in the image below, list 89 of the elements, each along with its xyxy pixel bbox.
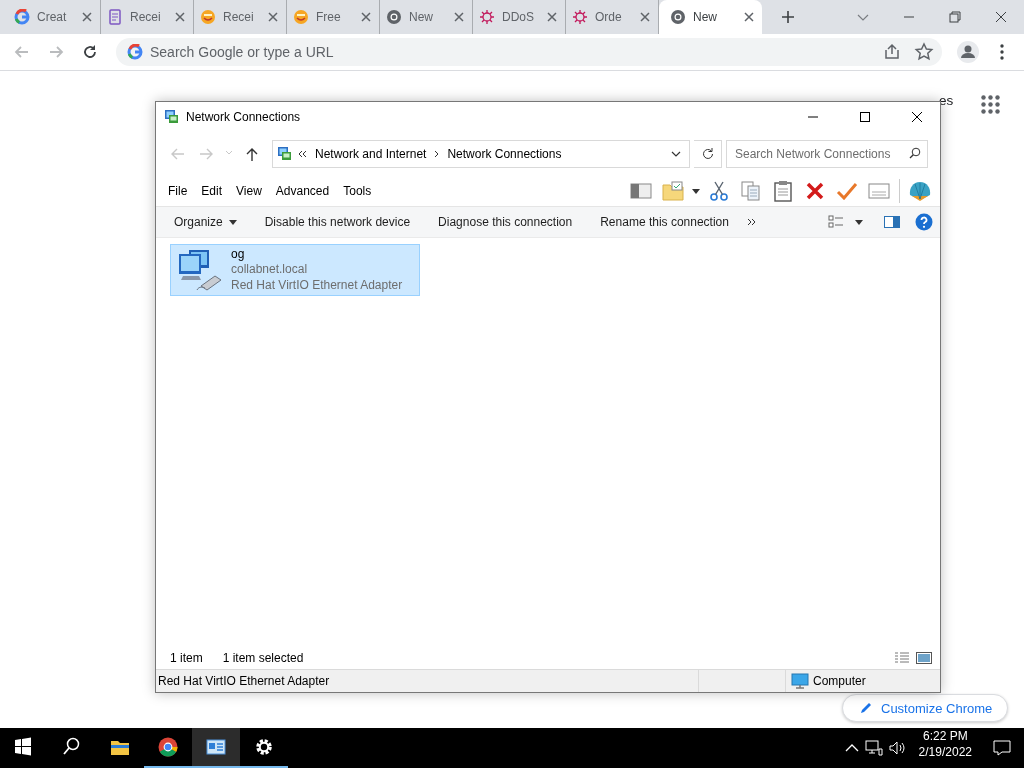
clock-time: 6:22 PM [922,728,968,744]
close-icon[interactable] [994,10,1008,24]
status-description: Red Hat VirtIO Ethernet Adapter [156,670,699,692]
search-icon [909,147,921,159]
refresh-button[interactable] [694,140,722,168]
dropdown-icon[interactable] [671,151,681,157]
virus-icon [479,9,495,25]
help-icon[interactable] [915,213,933,231]
search-icon [62,737,82,757]
delete-icon[interactable] [806,182,824,200]
clock-date: 2/19/2022 [918,744,972,760]
scissors-icon[interactable] [710,181,728,201]
customize-button[interactable]: Customize Chrome [842,694,1008,722]
preview-pane-icon[interactable] [884,216,900,228]
connection-domain: collabnet.local [231,262,309,278]
network-connection-item[interactable]: og collabnet.local Red Hat VirtIO Ethernet Adapter [170,244,420,296]
plus-icon[interactable] [781,10,795,24]
maximize-icon[interactable] [859,111,871,123]
browser-tab[interactable]: DDoS [473,0,566,34]
selection-count: 1 item selected [222,651,304,665]
menu-icon[interactable] [1000,44,1004,60]
chrome-icon [670,9,686,25]
chrome-icon [158,737,178,757]
browser-tab[interactable]: Creat [8,0,101,34]
taskbar-button[interactable] [192,728,240,768]
close-icon[interactable] [911,111,923,123]
view-options-icon[interactable] [828,215,844,229]
caret-icon[interactable] [855,219,863,225]
up-icon[interactable] [244,146,260,162]
pane-icon[interactable] [630,182,652,200]
breadcrumb[interactable]: Network and Internet [312,147,430,161]
chevron-up-icon[interactable] [844,743,859,753]
notifications-icon[interactable] [993,740,1011,756]
more-icon[interactable] [746,218,756,226]
pencil-icon [859,701,873,715]
clipboard-icon[interactable] [774,180,792,202]
network-icon[interactable] [864,740,883,756]
search-field[interactable]: Search Network Connections [726,140,928,168]
smiley-icon [293,9,309,25]
menu-item[interactable]: View [229,181,269,201]
item-count: 1 item [170,651,203,665]
chrome-icon [386,9,402,25]
profile-icon[interactable] [957,41,979,63]
network-window-icon [206,737,226,757]
windows-icon [14,737,34,757]
check-icon[interactable] [836,182,858,200]
breadcrumb[interactable]: Network Connections [444,147,565,161]
overflow-icon[interactable] [298,150,307,158]
menu-item[interactable]: File [161,181,195,201]
browser-tab[interactable]: Free [287,0,380,34]
browser-tab[interactable]: New [380,0,473,34]
command-button[interactable]: Rename this connection [590,209,739,235]
menu-item[interactable]: Advanced [268,181,337,201]
command-button[interactable]: Diagnose this connection [428,209,583,235]
address-bar[interactable]: Search Google or type a URL [116,38,942,66]
shell-icon[interactable] [908,180,932,202]
adapter-name: Red Hat VirtIO Ethernet Adapter [231,277,403,294]
browser-tab[interactable]: Recei [101,0,194,34]
apps-grid-icon[interactable] [981,95,1000,114]
google-icon [127,44,143,60]
network-folder-icon [164,109,180,125]
close-icon[interactable] [742,10,756,24]
computer-icon [791,673,809,689]
volume-icon[interactable] [888,740,907,756]
reload-icon[interactable] [81,43,99,61]
network-folder-icon [277,146,293,162]
chevron-icon [434,150,440,158]
menu-item[interactable]: Tools [336,181,379,201]
window-title: Network Connections [186,110,302,124]
form-icon [107,9,123,25]
star-icon[interactable] [914,42,934,62]
share-icon[interactable] [882,42,902,62]
settings-icon [254,737,274,757]
tiles-view-icon[interactable] [916,652,932,664]
command-button[interactable]: Organize [164,209,247,235]
clock[interactable]: 6:22 PM 2/19/2022 [910,728,980,768]
zone-label: Computer [813,674,866,688]
caret-icon[interactable] [692,188,700,194]
smiley-icon [200,9,216,25]
command-button[interactable]: Disable this network device [254,209,421,235]
browser-tab[interactable]: New [659,0,762,34]
virus-icon [572,9,588,25]
browser-tab[interactable]: Recei [194,0,287,34]
refresh-icon [701,148,714,160]
connection-name: og [231,246,246,263]
g-icon [14,9,30,25]
address-field[interactable]: Network and Internet Network Connections [272,140,690,168]
menu-item[interactable]: Edit [194,181,230,201]
restore-icon[interactable] [948,10,962,24]
